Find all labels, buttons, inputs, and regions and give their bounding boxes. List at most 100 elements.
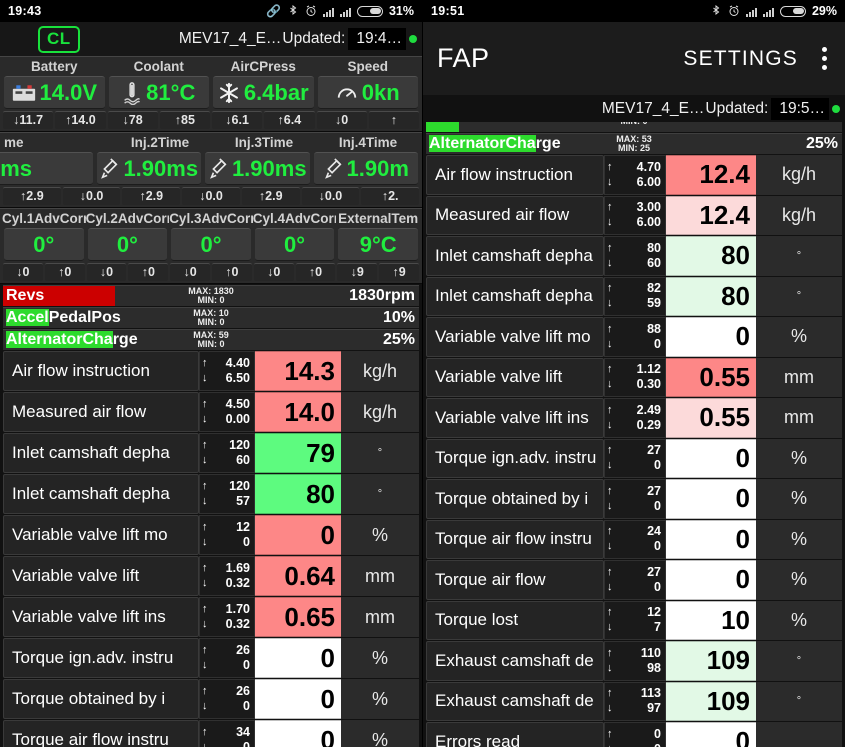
parameter-unit: °	[756, 236, 842, 276]
table-row[interactable]: Exhaust camshaft de ↑ 113 ↓ 97 109 °	[426, 681, 842, 721]
parameter-value: 0	[666, 722, 756, 747]
arrow-up-icon: ↑	[607, 201, 613, 214]
thermometer-icon	[122, 81, 142, 105]
parameter-name: Errors read	[426, 722, 604, 747]
table-row[interactable]: Variable valve lift mo ↑ 88 ↓ 0 0%	[426, 317, 842, 357]
battery-icon	[356, 5, 383, 17]
table-row[interactable]: Inlet camshaft depha ↑ 80 ↓ 60 80 °	[426, 236, 842, 276]
table-row[interactable]: Variable valve lift ↑ 1.69 ↓ 0.32 0.64 mm	[3, 556, 419, 596]
gauge-minmax-top: ↓11.7 ↑14.0 ↓78 ↑85 ↓6.1 ↑6.4 ↓0 ↑	[2, 111, 420, 129]
table-row[interactable]: Inlet camshaft depha ↑ 120 ↓ 57 80 °	[3, 474, 419, 514]
injector-icon	[323, 157, 343, 180]
table-row[interactable]: Torque air flow instru ↑ 34 ↓ 0 0%	[3, 720, 419, 747]
gauge-tile-inj2[interactable]: 1.90ms	[96, 152, 201, 185]
parameter-unit: %	[341, 679, 419, 719]
table-row[interactable]: Torque air flow instru ↑ 24 ↓ 0 0%	[426, 519, 842, 559]
gauge-label: Coolant	[133, 59, 184, 74]
gauge-tile-cyl3[interactable]: 0°	[171, 228, 251, 261]
updated-time: 19:5…	[771, 97, 829, 120]
parameter-min: 98	[647, 660, 661, 675]
gauge-tile-battery[interactable]: 14.0V	[4, 76, 105, 109]
gauge-tile-inj1[interactable]: 0ms	[0, 152, 93, 185]
table-row[interactable]: Measured air flow ↑ 4.50 ↓ 0.00 14.0 kg/h	[3, 392, 419, 432]
parameter-unit: kg/h	[341, 351, 419, 391]
bar-gauge-row[interactable]: AccelPedalPos MAX: 10 MIN: 0 10%	[3, 307, 419, 328]
table-row[interactable]: Variable valve lift ins ↑ 1.70 ↓ 0.32 0.65 mm	[3, 597, 419, 637]
gauge-labels-top: Battery Coolant AirCPress Speed	[2, 58, 420, 76]
gauge-strip-top: Battery Coolant AirCPress Speed 14.0V 81…	[0, 56, 422, 132]
bar-gauge-row[interactable]: AlternatorCharge MAX: 59 MIN: 0 25%	[3, 329, 419, 350]
parameter-name: Torque lost	[426, 600, 604, 640]
bar-gauge-minmax: MAX: 59 MIN: 0	[193, 329, 229, 349]
table-row[interactable]: Torque ign.adv. instru ↑ 27 ↓ 0 0%	[426, 438, 842, 478]
gauge-tile-inj4[interactable]: 1.90m	[313, 152, 418, 185]
table-row[interactable]: Measured air flow ↑ 3.00 ↓ 6.00 12.4 kg/h	[426, 195, 842, 235]
gauge-tile-aircpress[interactable]: 6.4bar	[213, 76, 314, 109]
closed-loop-badge[interactable]: CL	[38, 25, 80, 53]
bluetooth-icon	[290, 5, 297, 16]
bluetooth-icon	[713, 5, 720, 16]
table-row[interactable]: Inlet camshaft depha ↑ 82 ↓ 59 80 °	[426, 276, 842, 316]
parameter-min: 0	[654, 742, 661, 747]
gauge-tile-speed[interactable]: 0kn	[317, 76, 418, 109]
parameter-table: Air flow instruction ↑ 4.70 ↓ 6.00 12.4 kg/h Me…	[423, 155, 845, 747]
parameter-value: 0	[666, 479, 756, 519]
bar-gauge-row[interactable]: AlternatorCharge MAX: 53 MIN: 25 25%	[426, 133, 842, 154]
gauge-min: ↓9	[337, 263, 378, 281]
arrow-up-icon: ↑	[607, 565, 613, 578]
table-row[interactable]: Air flow instruction ↑ 4.70 ↓ 6.00 12.4 kg/h	[426, 155, 842, 195]
arrow-up-icon: ↑	[202, 644, 208, 656]
parameter-max: 82	[647, 281, 661, 296]
gauge-min: ↓0	[253, 263, 294, 281]
parameter-minmax: ↑ 120 ↓ 57	[199, 474, 255, 514]
parameter-value: 0	[666, 519, 756, 559]
bar-gauge-value: 10%	[382, 309, 415, 326]
arrow-down-icon: ↓	[607, 216, 613, 229]
settings-button[interactable]: SETTINGS	[683, 47, 798, 71]
gauge-value: 14.0V	[39, 79, 98, 105]
table-row[interactable]: Torque air flow ↑ 27 ↓ 0 0%	[426, 560, 842, 600]
table-row[interactable]: Errors read↑ 0 ↓ 00	[426, 722, 842, 747]
table-row[interactable]: Variable valve lift ins ↑ 2.49 ↓ 0.29 0.55 mm	[426, 398, 842, 438]
gauge-value: 0°	[116, 231, 138, 257]
parameter-minmax: ↑ 110 ↓ 98	[604, 641, 666, 681]
parameter-unit: mm	[756, 398, 842, 438]
table-row[interactable]: Torque lost ↑ 12 ↓ 7 10%	[426, 600, 842, 640]
table-row[interactable]: Torque ign.adv. instru ↑ 26 ↓ 0 0%	[3, 638, 419, 678]
gauge-tile-cyl2[interactable]: 0°	[87, 228, 168, 261]
gauge-values-cyl: 0° 0° 0° 0° 9°C	[2, 228, 420, 261]
parameter-min: 60	[236, 453, 250, 467]
gauge-label: Cyl.1AdvCorr	[2, 211, 86, 226]
gauge-tile-coolant[interactable]: 81°C	[108, 76, 209, 109]
gauge-tile-inj3[interactable]: 1.90ms	[205, 152, 310, 185]
bar-gauge-row[interactable]: Revs MAX: 1830 MIN: 0 1830rpm	[3, 285, 419, 306]
parameter-value: 10	[666, 600, 756, 640]
gauge-max: ↑2.9	[122, 187, 181, 205]
left-screen: 19:43 🔗​ 31% CL MEV17_4_E… Updated: 19:4…	[0, 0, 422, 747]
table-row[interactable]: Variable valve lift ↑ 1.12 ↓ 0.30 0.55 mm	[426, 357, 842, 397]
gauge-tile-externaltemp[interactable]: 9°C	[338, 228, 418, 261]
gauge-labels-cyl: Cyl.1AdvCorr Cyl.2AdvCorr Cyl.3AdvCorr C…	[2, 210, 420, 228]
table-row[interactable]: Air flow instruction ↑ 4.40 ↓ 6.50 14.3 kg/h	[3, 351, 419, 391]
parameter-name: Variable valve lift ins	[426, 398, 604, 438]
table-row[interactable]: Variable valve lift mo ↑ 12 ↓ 0 0%	[3, 515, 419, 555]
gauge-label: ExternalTem	[338, 211, 419, 226]
parameter-unit: °	[756, 681, 842, 721]
arrow-down-icon: ↓	[607, 337, 613, 350]
gauge-minmax-cyl: ↓0 ↑0 ↓0 ↑0 ↓0 ↑0 ↓0 ↑0 ↓9 ↑9	[2, 263, 420, 281]
kebab-menu-icon[interactable]	[818, 43, 831, 74]
gauge-tile-cyl4[interactable]: 0°	[254, 228, 335, 261]
parameter-minmax: ↑ 82 ↓ 59	[604, 276, 666, 316]
gauge-label: Battery	[30, 59, 78, 74]
parameter-name: Torque obtained by i	[426, 479, 604, 519]
parameter-name: Torque obtained by i	[3, 679, 199, 719]
gauge-tile-cyl1[interactable]: 0°	[4, 228, 84, 261]
parameter-unit: °	[341, 474, 419, 514]
parameter-max: 26	[236, 684, 250, 698]
parameter-max: 113	[640, 686, 661, 701]
table-row[interactable]: Inlet camshaft depha ↑ 120 ↓ 60 79 °	[3, 433, 419, 473]
table-row[interactable]: Exhaust camshaft de ↑ 110 ↓ 98 109 °	[426, 641, 842, 681]
table-row[interactable]: Torque obtained by i ↑ 27 ↓ 0 0%	[426, 479, 842, 519]
table-row[interactable]: Torque obtained by i ↑ 26 ↓ 0 0%	[3, 679, 419, 719]
gauge-min: ↓0	[3, 263, 43, 281]
